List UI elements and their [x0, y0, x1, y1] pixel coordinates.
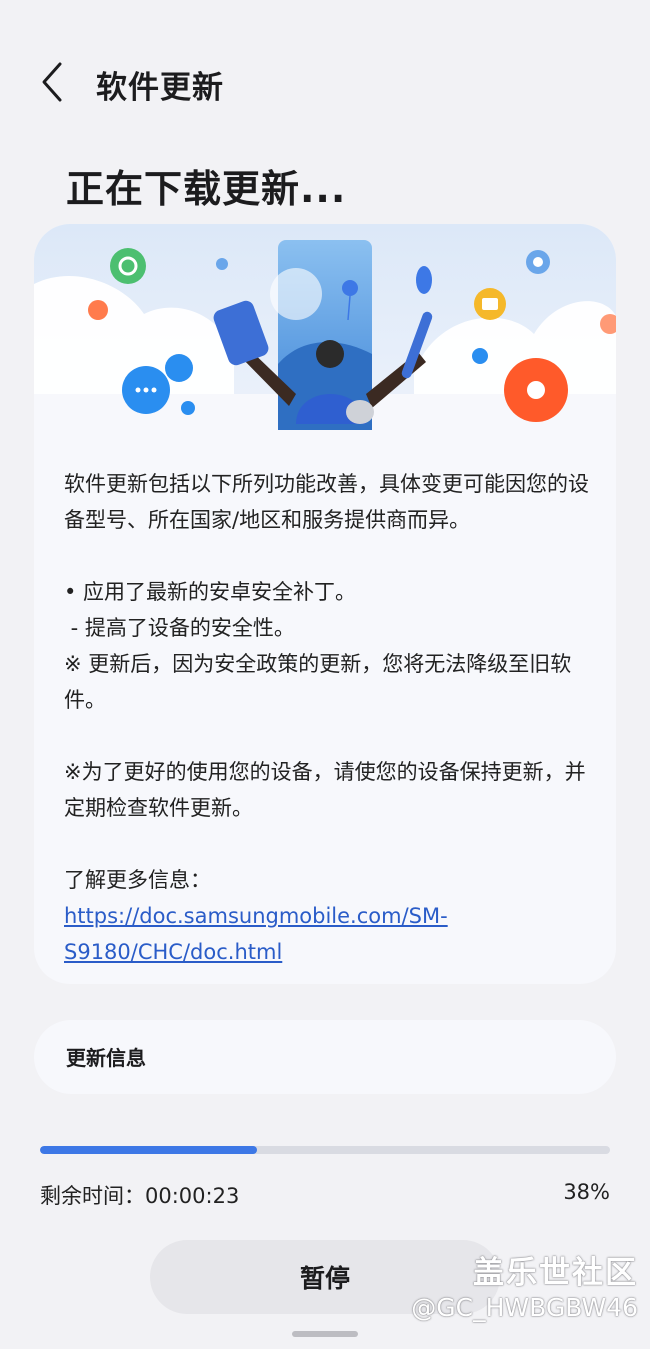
progress-percent: 38% — [563, 1180, 610, 1204]
more-info-label: 了解更多信息： — [64, 868, 211, 892]
remaining-time-value: 00:00:23 — [145, 1184, 240, 1208]
update-description: 软件更新包括以下所列功能改善，具体变更可能因您的设备型号、所在国家/地区和服务提… — [64, 466, 590, 970]
page-title: 软件更新 — [96, 70, 224, 106]
download-progress-fill — [40, 1146, 257, 1154]
chevron-left-icon — [42, 62, 62, 102]
description-bullet: • 应用了最新的安卓安全补丁。 — [64, 580, 357, 604]
remaining-time-label: 剩余时间： — [40, 1184, 145, 1208]
description-note: ※为了更好的使用您的设备，请使您的设备保持更新，并定期检查软件更新。 — [64, 760, 586, 820]
top-app-bar: 软件更新 — [0, 42, 650, 122]
remaining-time: 剩余时间：00:00:23 — [40, 1180, 239, 1210]
watermark-community: 盖乐世社区 — [473, 1255, 638, 1291]
back-button[interactable] — [30, 52, 78, 112]
update-details-card: 软件更新包括以下所列功能改善，具体变更可能因您的设备型号、所在国家/地区和服务提… — [34, 224, 616, 984]
description-intro: 软件更新包括以下所列功能改善，具体变更可能因您的设备型号、所在国家/地区和服务提… — [64, 472, 589, 532]
description-bullet-sub: - 提高了设备的安全性。 — [64, 616, 295, 640]
download-status-headline: 正在下载更新... — [66, 167, 347, 211]
update-illustration — [34, 224, 616, 446]
update-info-label: 更新信息 — [66, 1046, 146, 1070]
more-info-link[interactable]: https://doc.samsungmobile.com/SM-S9180/C… — [64, 904, 448, 964]
watermark-handle: @GC_HWBGBW46 — [411, 1293, 638, 1322]
home-indicator — [292, 1331, 358, 1337]
update-info-item[interactable]: 更新信息 — [34, 1020, 616, 1094]
description-note: ※ 更新后，因为安全政策的更新，您将无法降级至旧软件。 — [64, 652, 572, 712]
download-progress-bar — [40, 1146, 610, 1154]
